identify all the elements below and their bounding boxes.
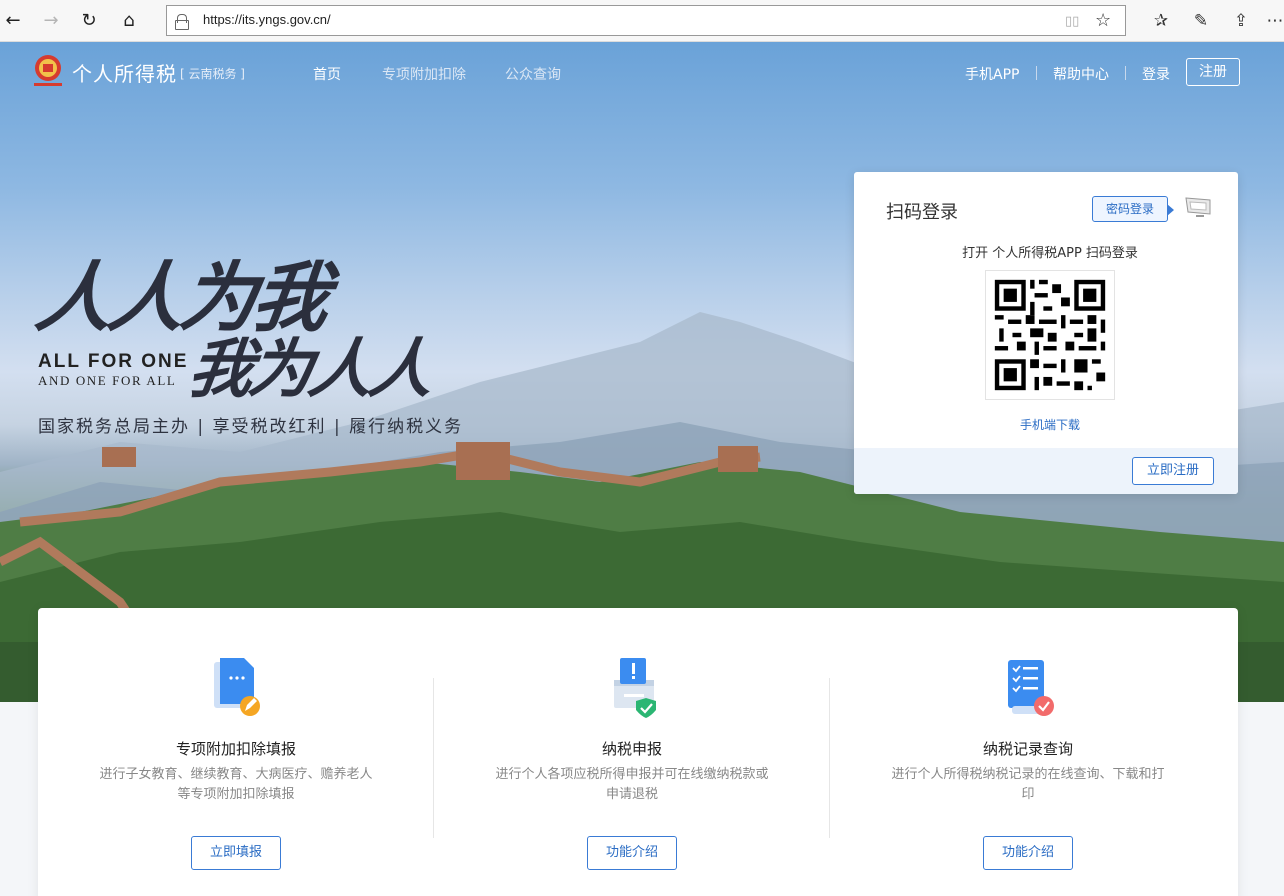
lock-icon [175, 14, 189, 30]
favorites-list-icon[interactable]: ✰ [1148, 9, 1174, 33]
register-button[interactable]: 注册 [1186, 58, 1240, 86]
nav-login[interactable]: 登录 [1142, 64, 1170, 84]
service-title: 专项附加扣除填报 [175, 740, 296, 758]
star-favorite-icon[interactable]: ☆ [1095, 10, 1111, 31]
password-login-button[interactable]: 密码登录 [1092, 196, 1174, 222]
feature-intro-button[interactable]: 功能介绍 [983, 836, 1073, 870]
more-menu-icon[interactable]: ⋯ [1262, 9, 1284, 33]
nav-divider [1036, 66, 1037, 80]
feature-intro-button[interactable]: 功能介绍 [587, 836, 677, 870]
mobile-download-link[interactable]: 手机端下载 [854, 416, 1246, 433]
nav-mobile-app[interactable]: 手机APP [965, 64, 1019, 84]
register-now-button[interactable]: 立即注册 [1132, 457, 1214, 485]
service-description: 进行子女教育、继续教育、大病医疗、赡养老人等专项附加扣除填报 [99, 767, 373, 802]
slogan-english-line2: AND ONE FOR ALL [38, 373, 177, 388]
slogan-subtitle: 国家税务总局主办 | 享受税改红利 | 履行纳税义务 [38, 417, 464, 437]
nav-home[interactable]: 首页 [313, 64, 341, 84]
nav-special-deduction[interactable]: 专项附加扣除 [382, 64, 466, 84]
document-edit-icon [214, 658, 260, 716]
fill-now-button[interactable]: 立即填报 [191, 836, 281, 870]
service-title: 纳税申报 [601, 740, 662, 758]
service-description: 进行个人所得税纳税记录的在线查询、下载和打印 [891, 767, 1165, 802]
tax-emblem-logo[interactable] [30, 52, 66, 90]
browser-toolbar: ← → ↻ ⌂ https://its.yngs.gov.cn/ ▯▯ ☆ ✰ … [0, 0, 1284, 42]
nav-divider [1125, 66, 1126, 80]
slogan-calligraphy-line2: 我为人人 [183, 332, 435, 407]
service-card-special-deduction: 专项附加扣除填报 进行子女教育、继续教育、大病医疗、赡养老人等专项附加扣除填报 … [38, 608, 434, 896]
slogan-english-line1: ALL FOR ONE [38, 351, 189, 372]
record-list-icon [1008, 660, 1054, 716]
site-region: [ 云南税务 ] [180, 67, 245, 81]
refresh-icon[interactable]: ↻ [76, 9, 102, 33]
site-title[interactable]: 个人所得税 [72, 58, 177, 87]
login-card-footer: 立即注册 [854, 448, 1238, 494]
back-arrow-icon[interactable]: ← [0, 9, 26, 33]
url-text[interactable]: https://its.yngs.gov.cn/ [203, 12, 331, 27]
qr-login-card: 扫码登录 密码登录 打开 个人所得税APP 扫码登录 手机端下载 立即注册 [854, 172, 1238, 494]
qr-code [985, 270, 1115, 400]
qr-code-image [986, 271, 1114, 399]
tax-box-icon [614, 658, 656, 718]
service-card-tax-filing: 纳税申报 进行个人各项应税所得申报并可在线缴纳税款或申请退税 功能介绍 [434, 608, 830, 896]
service-panel: 专项附加扣除填报 进行子女教育、继续教育、大病医疗、赡养老人等专项附加扣除填报 … [38, 608, 1238, 896]
scan-hint-text: 打开 个人所得税APP 扫码登录 [962, 246, 1138, 261]
service-description: 进行个人各项应税所得申报并可在线缴纳税款或申请退税 [495, 767, 769, 802]
nav-public-query[interactable]: 公众查询 [505, 64, 561, 84]
address-bar[interactable]: https://its.yngs.gov.cn/ ▯▯ ☆ [166, 5, 1126, 36]
forward-arrow-icon[interactable]: → [38, 9, 64, 33]
computer-switch-icon[interactable] [1184, 196, 1212, 220]
pen-notes-icon[interactable]: ✎ [1188, 9, 1214, 33]
nav-help-center[interactable]: 帮助中心 [1053, 64, 1109, 84]
login-title: 扫码登录 [886, 202, 958, 223]
reading-view-icon[interactable]: ▯▯ [1065, 14, 1079, 29]
share-icon[interactable]: ⇪ [1228, 9, 1254, 33]
home-icon[interactable]: ⌂ [116, 9, 142, 33]
service-card-tax-record: 纳税记录查询 进行个人所得税纳税记录的在线查询、下载和打印 功能介绍 [830, 608, 1226, 896]
service-title: 纳税记录查询 [982, 740, 1073, 758]
